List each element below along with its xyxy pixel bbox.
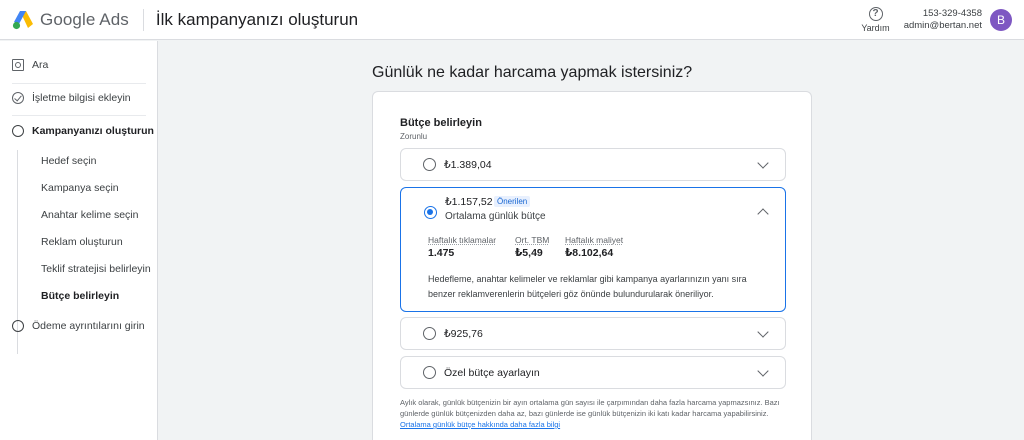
sidebar-substep-ad[interactable]: Reklam oluşturun [41,236,123,248]
header-divider [142,8,144,31]
sidebar-search-label: Ara [32,59,49,71]
budget-option-2[interactable]: ₺1.157,52 Önerilen Ortalama günlük bütçe… [400,187,786,312]
sidebar-divider [12,83,146,84]
avatar[interactable]: B [990,8,1012,31]
metric-label: Haftalık maliyet [565,235,624,245]
circle-icon [12,320,24,332]
budget-footnote: Aylık olarak, günlük bütçenizin bir ayın… [400,397,790,430]
sidebar-substep-goal[interactable]: Hedef seçin [41,155,96,167]
learn-more-link[interactable]: Ortalama günlük bütçe hakkında daha fazl… [400,420,560,429]
sidebar-step-label: Ödeme ayrıntılarını girin [32,320,145,332]
sidebar-divider [12,115,146,116]
budget-option-label: Özel bütçe ayarlayın [444,367,540,379]
google-ads-logo-icon [12,10,33,29]
sidebar-step-payment[interactable]: Ödeme ayrıntılarını girin [0,320,158,332]
chevron-down-icon[interactable] [757,157,769,169]
page-title: İlk kampanyanızı oluşturun [155,9,359,29]
budget-card: Bütçe belirleyin Zorunlu ₺1.389,04 ₺1.15… [372,91,812,440]
budget-option-label: ₺925,76 [444,328,483,340]
radio-icon[interactable] [424,206,437,219]
radio-icon[interactable] [423,158,436,171]
help-button[interactable]: ? Yardım [861,6,890,33]
radio-icon[interactable] [423,366,436,379]
account-email: admin@bertan.net [903,19,982,31]
sidebar: Ara İşletme bilgisi ekleyin Kampanyanızı… [0,41,158,440]
chevron-up-icon[interactable] [757,208,769,220]
help-circle-icon: ? [868,6,883,21]
check-circle-icon [12,92,24,104]
recommendation-description: Hedefleme, anahtar kelimeler ve reklamla… [428,274,747,299]
metric-label: Haftalık tıklamalar [428,235,497,245]
metric-value: 1.475 [428,247,455,259]
budget-option-label: ₺1.157,52 [445,196,493,208]
sidebar-step-create-campaign[interactable]: Kampanyanızı oluşturun [0,125,158,137]
sidebar-step-label: İşletme bilgisi ekleyin [32,92,131,104]
circle-icon [12,125,24,137]
footnote-text: Aylık olarak, günlük bütçenizin bir ayın… [400,398,780,418]
chevron-down-icon[interactable] [757,365,769,377]
sidebar-step-label: Kampanyanızı oluşturun [32,125,154,137]
search-icon [12,59,24,71]
sidebar-substep-bidding[interactable]: Teklif stratejisi belirleyin [41,263,151,275]
budget-option-label: ₺1.389,04 [444,159,492,171]
section-title: Bütçe belirleyin [400,117,482,129]
chevron-down-icon[interactable] [757,326,769,338]
sidebar-substep-campaign[interactable]: Kampanya seçin [41,182,119,194]
google-ads-logo[interactable]: Google Ads [12,10,129,30]
budget-option-sublabel: Ortalama günlük bütçe [445,211,546,222]
help-label: Yardım [861,22,890,33]
required-label: Zorunlu [400,132,428,141]
logo-text: Google Ads [40,9,129,29]
account-id: 153-329-4358 [922,7,982,19]
metric-value: ₺5,49 [515,247,543,259]
top-bar: Google Ads İlk kampanyanızı oluşturun ? … [0,0,1024,40]
sidebar-search[interactable]: Ara [0,59,158,71]
sidebar-step-business-info[interactable]: İşletme bilgisi ekleyin [0,92,158,104]
radio-icon[interactable] [423,327,436,340]
budget-option-1[interactable]: ₺1.389,04 [400,148,786,181]
main-title: Günlük ne kadar harcama yapmak istersini… [372,64,693,81]
sidebar-substep-budget[interactable]: Bütçe belirleyin [41,290,119,302]
budget-option-custom[interactable]: Özel bütçe ayarlayın [400,356,786,389]
account-info[interactable]: 153-329-4358 admin@bertan.net [904,8,982,32]
sidebar-substep-keyword[interactable]: Anahtar kelime seçin [41,209,138,221]
budget-option-3[interactable]: ₺925,76 [400,317,786,350]
metric-label: Ort. TBM [515,235,550,245]
metric-value: ₺8.102,64 [565,247,614,259]
recommended-badge: Önerilen [494,196,531,207]
